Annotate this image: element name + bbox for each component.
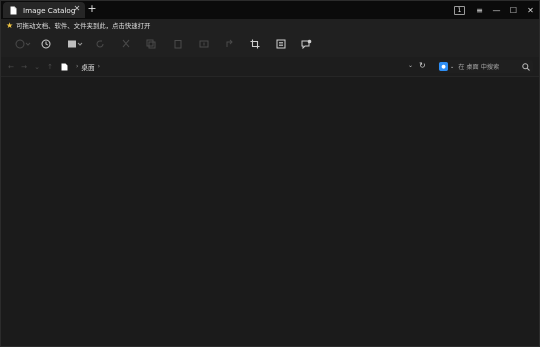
menu-icon[interactable]: ≡ — [471, 1, 488, 19]
tab-close-icon[interactable]: ✕ — [73, 5, 81, 13]
share-icon[interactable] — [223, 38, 237, 50]
back-icon[interactable]: ← — [6, 62, 16, 72]
path-dropdown-icon[interactable]: ⌄ — [408, 62, 413, 69]
search-input[interactable]: 在 桌面 中搜索 — [458, 62, 522, 71]
window-controls: 1 ≡ — ☐ ✕ — [454, 1, 539, 19]
up-icon[interactable]: ↑ — [45, 62, 55, 72]
file-icon — [9, 6, 17, 15]
details-icon[interactable] — [274, 38, 288, 50]
close-button[interactable]: ✕ — [522, 1, 539, 19]
new-item-icon[interactable] — [67, 38, 83, 50]
toolbar — [1, 32, 539, 57]
document-icon — [61, 63, 68, 70]
breadcrumb-separator: › — [76, 63, 79, 70]
view-mode-icon[interactable] — [15, 38, 31, 50]
title-bar: Image Catalog ✕ + 1 ≡ — ☐ ✕ — [1, 1, 539, 19]
maximize-button[interactable]: ☐ — [505, 1, 522, 19]
history-dropdown-icon[interactable]: ⌄ — [32, 62, 42, 72]
search-engine-dropdown-icon[interactable]: ⌄ — [450, 64, 454, 70]
app-window: Image Catalog ✕ + 1 ≡ — ☐ ✕ ★ 可拖动文档、软件、文… — [0, 0, 540, 347]
crop-icon[interactable] — [248, 38, 262, 50]
rename-icon[interactable] — [197, 38, 211, 50]
file-list-area[interactable] — [1, 77, 539, 346]
undo-icon[interactable] — [93, 38, 107, 50]
breadcrumb-item-desktop[interactable]: 桌面 — [81, 62, 94, 72]
star-icon: ★ — [6, 20, 14, 30]
breadcrumb-separator: › — [97, 63, 100, 70]
search-engine-icon[interactable]: ● — [439, 62, 448, 71]
paste-icon[interactable] — [171, 38, 185, 50]
search-box[interactable]: ● ⌄ 在 桌面 中搜索 — [438, 60, 533, 73]
forward-icon[interactable]: → — [19, 62, 29, 72]
quick-access-bar[interactable]: ★ 可拖动文档、软件、文件夹到此，点击快速打开 — [1, 19, 539, 32]
quick-access-hint: 可拖动文档、软件、文件夹到此，点击快速打开 — [16, 22, 151, 30]
breadcrumb[interactable]: › 桌面 › — [61, 61, 416, 72]
cut-icon[interactable] — [119, 38, 133, 50]
history-icon[interactable] — [39, 38, 53, 50]
new-tab-button[interactable]: + — [86, 3, 98, 15]
minimize-button[interactable]: — — [488, 1, 505, 19]
refresh-icon[interactable]: ↻ — [419, 61, 426, 70]
copy-icon[interactable] — [144, 38, 158, 50]
search-icon[interactable] — [522, 62, 530, 71]
chat-icon[interactable] — [299, 38, 313, 50]
tab-title: Image Catalog — [23, 5, 76, 15]
window-count-badge[interactable]: 1 — [454, 5, 465, 15]
tab-image-catalog[interactable]: Image Catalog ✕ — [3, 2, 85, 18]
address-bar: ← → ⌄ ↑ › 桌面 › ⌄ ↻ ● ⌄ 在 桌面 中搜索 — [1, 57, 539, 76]
